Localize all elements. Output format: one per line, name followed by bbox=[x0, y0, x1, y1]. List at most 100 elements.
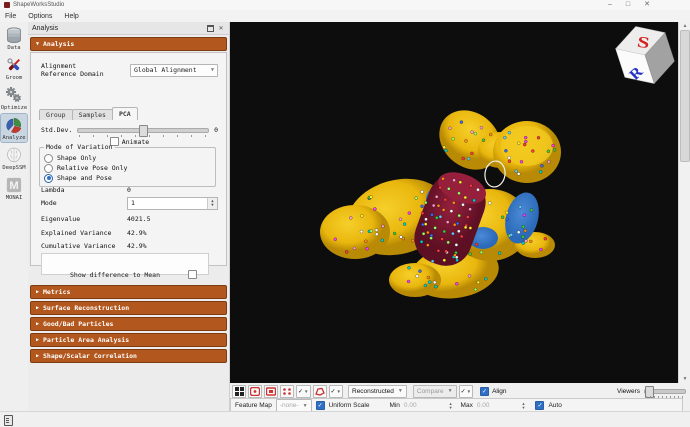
radio-label: Relative Pose Only bbox=[57, 164, 128, 172]
menu-file[interactable]: File bbox=[5, 13, 16, 20]
glyphs-options-dropdown[interactable]: ✓ ▼ bbox=[296, 384, 311, 398]
feature-map-label: Feature Map bbox=[235, 402, 272, 409]
tab-samples[interactable]: Samples bbox=[71, 109, 113, 120]
compare-select[interactable]: Compare ▼ bbox=[412, 384, 457, 398]
maximize-button[interactable]: □ bbox=[626, 0, 630, 10]
section-label: Surface Reconstruction bbox=[43, 304, 130, 312]
radio-shape-and-pose[interactable]: Shape and Pose bbox=[44, 173, 211, 183]
show-surface-button[interactable] bbox=[312, 384, 327, 398]
viewer-3d[interactable]: SR bbox=[230, 22, 678, 383]
tab-group[interactable]: Group bbox=[39, 109, 73, 120]
collapsed-arrow-icon: ▶ bbox=[36, 305, 40, 311]
tab-pca[interactable]: PCA bbox=[111, 107, 138, 120]
menu-options[interactable]: Options bbox=[28, 13, 52, 20]
section-shape-scalar-correlation-header[interactable]: ▶ Shape/Scalar Correlation bbox=[30, 349, 227, 363]
scroll-up-icon[interactable]: ▲ bbox=[683, 22, 688, 30]
section-label: Good/Bad Particles bbox=[43, 320, 114, 328]
rail-item-monai[interactable]: M MONAI bbox=[1, 174, 27, 202]
rail-item-deepssm[interactable]: DeepSSM bbox=[1, 144, 27, 172]
rail-item-data[interactable]: Data bbox=[1, 24, 27, 52]
minimize-button[interactable]: – bbox=[608, 0, 612, 10]
spinner-arrows-icon[interactable]: ▲ ▼ bbox=[207, 197, 217, 209]
auto-label: Auto bbox=[548, 402, 562, 409]
align-checkbox[interactable]: ✓ bbox=[480, 386, 490, 396]
min-value: 0.00 bbox=[403, 402, 417, 409]
status-bar bbox=[0, 411, 690, 427]
eigenvalue-label: Eigenvalue bbox=[41, 215, 81, 223]
stddev-value: 0 bbox=[214, 125, 218, 134]
rail-item-groom[interactable]: Groom bbox=[1, 54, 27, 82]
groom-icon bbox=[5, 56, 23, 74]
lambda-label: Lambda bbox=[41, 186, 65, 194]
scrollbar-thumb[interactable] bbox=[680, 30, 690, 162]
radio-label: Shape Only bbox=[57, 154, 97, 162]
min-spinner[interactable]: ▲ ▼ bbox=[449, 402, 453, 409]
monai-icon: M bbox=[5, 176, 23, 194]
viewers-slider[interactable] bbox=[644, 385, 686, 398]
collapsed-arrow-icon: ▶ bbox=[36, 289, 40, 295]
radio-icon bbox=[44, 153, 53, 163]
explained-variance-label: Explained Variance bbox=[41, 229, 112, 237]
stddev-slider[interactable] bbox=[77, 124, 210, 137]
align-label: Align bbox=[492, 387, 507, 395]
section-analysis-header[interactable]: ▼ Analysis bbox=[30, 37, 227, 51]
close-panel-icon[interactable]: ✕ bbox=[217, 24, 225, 32]
scroll-down-icon[interactable]: ▼ bbox=[683, 375, 688, 383]
window-title: ShapeWorksStudio bbox=[13, 2, 65, 8]
rail-item-label: Optimize bbox=[0, 105, 28, 111]
collapsed-arrow-icon: ▶ bbox=[36, 337, 40, 343]
collapsed-sections: ▶ Metrics ▶ Surface Reconstruction ▶ Good/Bad… bbox=[28, 283, 229, 363]
max-spinner[interactable]: ▲ ▼ bbox=[521, 402, 525, 409]
section-metrics-header[interactable]: ▶ Metrics bbox=[30, 285, 227, 299]
deepssm-icon bbox=[5, 146, 23, 164]
autoview-button[interactable] bbox=[264, 384, 278, 398]
rail-item-label: Data bbox=[7, 45, 21, 51]
radio-relative-pose-only[interactable]: Relative Pose Only bbox=[44, 163, 211, 173]
section-good-bad-particles-header[interactable]: ▶ Good/Bad Particles bbox=[30, 317, 227, 331]
chevron-down-icon: ▼ bbox=[397, 388, 403, 394]
collapsed-arrow-icon: ▶ bbox=[36, 321, 40, 327]
uniform-scale-label: Uniform Scale bbox=[328, 402, 370, 409]
section-surface-reconstruction-header[interactable]: ▶ Surface Reconstruction bbox=[30, 301, 227, 315]
radio-label: Shape and Pose bbox=[57, 174, 112, 182]
tool-rail: Data Groom Optimize Analyze DeepSSM M MONAI bbox=[0, 22, 28, 413]
max-label: Max bbox=[460, 402, 473, 409]
uniform-scale-checkbox[interactable]: ✓ bbox=[315, 401, 325, 410]
rail-item-optimize[interactable]: Optimize bbox=[1, 84, 27, 112]
shape-render: SR bbox=[230, 22, 678, 383]
surface-options-dropdown[interactable]: ✓ ▼ bbox=[328, 384, 343, 398]
float-panel-icon[interactable] bbox=[206, 24, 214, 32]
mode-spinner[interactable]: 1 ▲ ▼ bbox=[127, 196, 218, 210]
compare-options-dropdown[interactable]: ✓ ▼ bbox=[458, 384, 474, 398]
surface-mode-select[interactable]: Reconstructed ▼ bbox=[348, 384, 407, 398]
auto-checkbox[interactable]: ✓ bbox=[535, 401, 545, 410]
menu-help[interactable]: Help bbox=[64, 13, 78, 20]
rail-item-analyze[interactable]: Analyze bbox=[0, 113, 28, 143]
section-particle-area-analysis-header[interactable]: ▶ Particle Area Analysis bbox=[30, 333, 227, 347]
viewers-label: Viewers bbox=[616, 387, 640, 395]
mode-label: Mode bbox=[41, 199, 57, 207]
rail-item-label: MONAI bbox=[5, 195, 23, 201]
stddev-label: Std.Dev. bbox=[41, 125, 73, 134]
data-icon bbox=[5, 26, 23, 44]
close-button[interactable]: ✕ bbox=[644, 0, 650, 10]
cumulative-variance-label: Cumulative Variance bbox=[41, 242, 116, 250]
radio-icon bbox=[44, 173, 53, 183]
viewer-toolbar: ✓ ▼ ✓ ▼ Reconstructed ▼ Compare ▼ ✓ ▼ ✓ Ali… bbox=[230, 384, 690, 398]
viewer-layout-button[interactable] bbox=[232, 384, 246, 398]
app-icon bbox=[4, 2, 10, 8]
show-glyphs-button[interactable] bbox=[280, 384, 294, 398]
chevron-down-icon: ▼ bbox=[447, 388, 453, 394]
center-view-button[interactable] bbox=[248, 384, 262, 398]
section-label: Particle Area Analysis bbox=[43, 336, 130, 344]
section-label: Shape/Scalar Correlation bbox=[43, 352, 137, 360]
dock-title: Analysis bbox=[32, 24, 59, 32]
log-icon[interactable] bbox=[4, 415, 13, 426]
show-difference-label: Show difference to Mean bbox=[70, 270, 161, 279]
alignment-domain-select[interactable]: Global Alignment ▼ bbox=[130, 63, 218, 77]
section-label: Metrics bbox=[43, 288, 71, 296]
show-difference-checkbox[interactable] bbox=[188, 270, 198, 279]
radio-shape-only[interactable]: Shape Only bbox=[44, 153, 211, 163]
viewer-scrollbar[interactable]: ▲ ▼ bbox=[678, 22, 690, 383]
collapsed-arrow-icon: ▶ bbox=[36, 353, 40, 359]
